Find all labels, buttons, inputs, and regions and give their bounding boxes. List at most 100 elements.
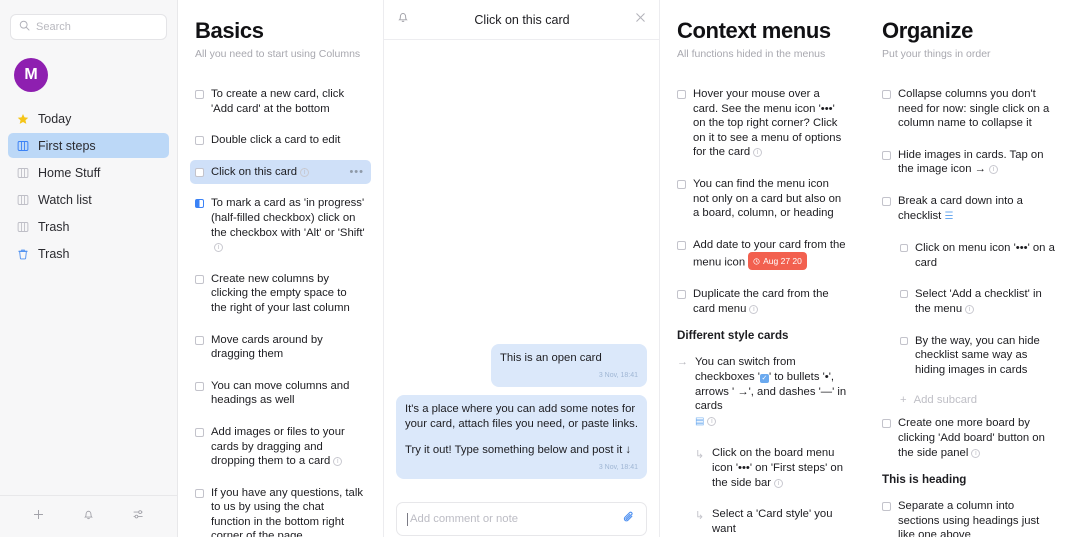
card[interactable]: To create a new card, click 'Add card' a… xyxy=(190,82,371,121)
checkbox-icon[interactable] xyxy=(195,136,204,146)
sidebar-item-trash[interactable]: Trash xyxy=(8,241,169,266)
info-icon[interactable]: i xyxy=(300,167,310,177)
card-text: Click on the board menu icon '•••' on 'F… xyxy=(712,447,844,489)
checkbox-icon[interactable] xyxy=(882,196,891,206)
paperclip-icon[interactable] xyxy=(622,510,636,529)
card[interactable]: If you have any questions, talk to us by… xyxy=(190,481,371,537)
card-text: By the way, you can hide checklist same … xyxy=(915,334,1040,376)
checkbox-icon[interactable] xyxy=(195,90,204,99)
info-icon[interactable]: i xyxy=(774,478,784,488)
bell-icon[interactable] xyxy=(396,10,410,29)
sidebar-item-label: First steps xyxy=(38,138,96,153)
checkbox-icon[interactable] xyxy=(195,488,204,498)
checkbox-icon[interactable] xyxy=(677,290,686,300)
checkbox-icon[interactable] xyxy=(882,419,891,429)
checkbox-icon[interactable] xyxy=(900,244,908,253)
close-icon[interactable] xyxy=(634,11,647,29)
plus-icon[interactable] xyxy=(32,508,45,526)
comment-bubble[interactable]: It's a place where you can add some note… xyxy=(396,395,647,479)
checklist-icon[interactable]: ☰ xyxy=(944,210,953,225)
checkbox-icon[interactable] xyxy=(677,90,686,99)
card[interactable]: Create new columns by clicking the empty… xyxy=(190,267,371,321)
info-icon[interactable]: i xyxy=(214,243,223,253)
checkbox-icon[interactable] xyxy=(195,167,204,177)
sidebar-item-label: Home Stuff xyxy=(38,165,101,180)
card[interactable]: Hide images in cards. Tap on the image i… xyxy=(877,143,1062,182)
trash-icon xyxy=(16,247,30,261)
card[interactable]: To mark a card as 'in progress' (half-fi… xyxy=(190,191,371,259)
info-icon[interactable]: i xyxy=(749,304,759,314)
card[interactable]: Collapse columns you don't need for now:… xyxy=(877,82,1062,136)
checkbox-icon[interactable] xyxy=(195,335,204,345)
add-subcard-button[interactable]: + Add subcard xyxy=(895,389,1062,411)
info-icon[interactable]: i xyxy=(753,148,763,158)
checkbox-icon[interactable] xyxy=(882,502,891,512)
sidebar-item-label: Watch list xyxy=(38,192,92,207)
card[interactable]: Double click a card to edit xyxy=(190,128,371,153)
sidebar-item-first-steps[interactable]: First steps xyxy=(8,133,169,158)
board-icon xyxy=(16,220,30,234)
checkbox-glyph-icon: ✓ xyxy=(759,374,769,384)
checkbox-icon[interactable] xyxy=(882,150,891,160)
comment-placeholder: Add comment or note xyxy=(410,513,519,525)
bell-icon[interactable] xyxy=(82,508,95,526)
checkbox-icon[interactable] xyxy=(195,427,204,437)
card-text: If you have any questions, talk to us by… xyxy=(211,486,363,537)
card-menu-icon[interactable]: ••• xyxy=(349,166,364,178)
comment-bubble[interactable]: This is an open card 3 Nov, 18:41 xyxy=(491,344,647,387)
checkbox-icon[interactable] xyxy=(677,179,686,189)
card[interactable]: Create one more board by clicking 'Add b… xyxy=(877,411,1062,465)
search-container: Search xyxy=(0,0,177,40)
card[interactable]: Move cards around by dragging them xyxy=(190,328,371,367)
sidebar-item-today[interactable]: Today xyxy=(8,106,169,131)
card-text: You can find the menu icon not only on a… xyxy=(693,177,842,220)
checkbox-half-icon[interactable] xyxy=(195,199,204,209)
card-text: Create one more board by clicking 'Add b… xyxy=(898,417,1045,459)
card[interactable]: Add date to your card from the menu icon… xyxy=(672,233,853,275)
search-input[interactable]: Search xyxy=(10,14,167,40)
subcard[interactable]: ↳ Click on the board menu icon '•••' on … xyxy=(690,441,853,495)
subcard[interactable]: By the way, you can hide checklist same … xyxy=(895,329,1062,383)
subcard[interactable]: ↳ Select a 'Card style' you wanti xyxy=(690,502,853,537)
column-title[interactable]: Organize xyxy=(882,18,1062,44)
checkbox-icon[interactable] xyxy=(195,274,204,284)
card-text: Break a card down into a checklist ☰ xyxy=(898,194,1056,224)
comment-input[interactable]: Add comment or note xyxy=(396,502,647,536)
comment-composer: Add comment or note xyxy=(384,495,659,537)
card[interactable]: You can find the menu icon not only on a… xyxy=(672,172,853,226)
column-heading[interactable]: Different style cards xyxy=(677,329,853,342)
info-icon[interactable]: i xyxy=(707,416,717,426)
card[interactable]: You can move columns and headings as wel… xyxy=(190,374,371,413)
card-selected[interactable]: Click on this card i ••• xyxy=(190,159,371,185)
info-icon[interactable]: i xyxy=(971,448,981,458)
sidebar-item-trash-board[interactable]: Trash xyxy=(8,214,169,239)
date-badge[interactable]: Aug 27 20 xyxy=(748,252,807,270)
card[interactable]: Duplicate the card from the card menu i xyxy=(672,282,853,321)
sliders-icon[interactable] xyxy=(132,508,145,526)
column-title[interactable]: Basics xyxy=(195,18,371,44)
subcard[interactable]: Select 'Add a checklist' in the menu i xyxy=(895,282,1062,321)
card-style-icon[interactable]: ▤ xyxy=(695,415,704,430)
card[interactable]: Hover your mouse over a card. See the me… xyxy=(672,82,853,165)
info-icon[interactable]: i xyxy=(333,457,343,467)
sidebar-item-watch-list[interactable]: Watch list xyxy=(8,187,169,212)
card-text: To mark a card as 'in progress' (half-fi… xyxy=(211,197,365,253)
sidebar-item-home-stuff[interactable]: Home Stuff xyxy=(8,160,169,185)
info-icon[interactable]: i xyxy=(988,165,998,175)
card-text: You can switch from checkboxes ' ✓ ' to bu… xyxy=(695,355,847,429)
checkbox-icon[interactable] xyxy=(195,381,204,391)
card[interactable]: Add images or files to your cards by dra… xyxy=(190,420,371,474)
column-heading[interactable]: This is heading xyxy=(882,473,1062,486)
info-icon[interactable]: i xyxy=(965,304,975,314)
card-detail-panel: Click on this card This is an open card … xyxy=(383,0,660,537)
card[interactable]: → You can switch from checkboxes ' ✓ ' to … xyxy=(672,350,853,434)
checkbox-icon[interactable] xyxy=(900,336,908,345)
checkbox-icon[interactable] xyxy=(882,90,891,99)
column-title[interactable]: Context menus xyxy=(677,18,853,44)
checkbox-icon[interactable] xyxy=(900,290,908,299)
avatar[interactable]: M xyxy=(14,58,48,92)
subcard[interactable]: Click on menu icon '•••' on a card xyxy=(895,236,1062,275)
card[interactable]: Separate a column into sections using he… xyxy=(877,494,1062,537)
card[interactable]: Break a card down into a checklist ☰ xyxy=(877,189,1062,229)
checkbox-icon[interactable] xyxy=(677,240,686,250)
